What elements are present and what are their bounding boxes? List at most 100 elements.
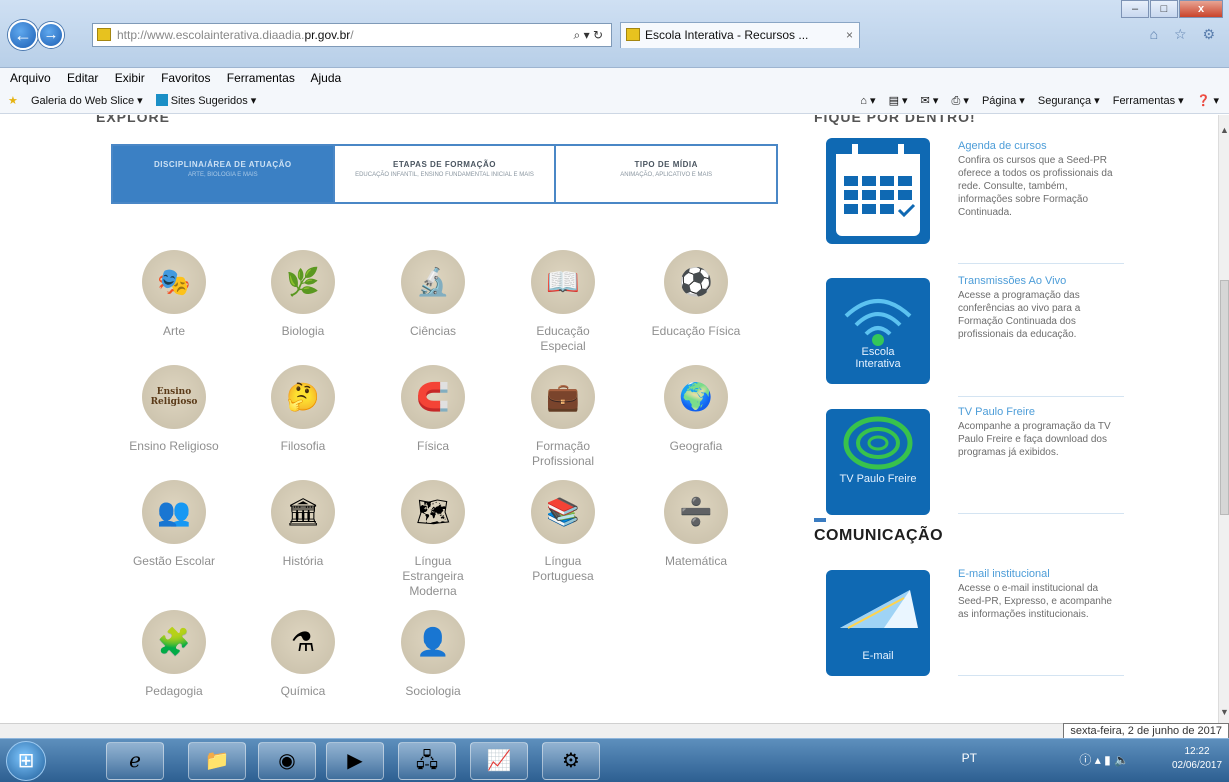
subject-label: Química [280, 684, 326, 698]
language-indicator[interactable]: PT [962, 751, 977, 765]
fisica-icon: 🧲 [401, 365, 465, 429]
agenda-title[interactable]: Agenda de cursos [958, 140, 1124, 152]
subject-pedagogia[interactable]: 🧩 Pedagogia [119, 610, 229, 699]
start-button[interactable]: ⊞ [6, 741, 46, 781]
subject-label: Geografia [669, 439, 723, 453]
subject-educacao-especial[interactable]: 📖 Educação Especial [508, 250, 618, 354]
scroll-up-icon[interactable]: ▲ [1220, 125, 1229, 135]
menu-ajuda[interactable]: Ajuda [311, 71, 342, 85]
tab-stages-sub: EDUCAÇÃO INFANTIL, ENSINO FUNDAMENTAL IN… [355, 172, 534, 178]
subject-lingua-portuguesa[interactable]: 📚 Língua Portuguesa [508, 480, 618, 584]
close-window-button[interactable]: x [1179, 0, 1223, 18]
subject-geografia[interactable]: 🌍 Geografia [641, 365, 751, 454]
address-controls[interactable]: ⌕ ▾ ↻ [574, 24, 603, 46]
back-button[interactable]: ← [8, 20, 38, 50]
scroll-thumb[interactable] [1220, 280, 1229, 515]
subject-educacao-fisica[interactable]: ⚽ Educação Física [636, 250, 756, 339]
subject-matematica[interactable]: ➗ Matemática [641, 480, 751, 569]
home-favorites-settings-icons[interactable]: ⌂ ☆ ⚙ [1150, 26, 1221, 43]
help-menu[interactable]: ❓ ▾ [1197, 95, 1219, 107]
taskbar-chrome[interactable]: ◉ [258, 742, 316, 780]
taskbar-app-chart[interactable]: 📈 [470, 742, 528, 780]
taskbar-ie[interactable]: ℯ [106, 742, 164, 780]
forward-button[interactable]: → [38, 22, 64, 48]
suggested-sites-icon [155, 94, 168, 106]
subject-gestao-escolar[interactable]: 👥 Gestão Escolar [114, 480, 234, 569]
vertical-scrollbar[interactable]: ▲ ▼ [1218, 115, 1229, 723]
subject-filosofia[interactable]: 🤔 Filosofia [248, 365, 358, 454]
home-command[interactable]: ⌂ ▾ [860, 95, 875, 107]
subject-label: Educação Especial [536, 324, 590, 353]
email-logo-icon [840, 590, 918, 629]
feeds-command[interactable]: ▤ ▾ [889, 95, 908, 107]
safety-menu[interactable]: Segurança ▾ [1038, 95, 1100, 107]
communication-heading: COMUNICAÇÃO [814, 527, 944, 544]
tab-discipline[interactable]: DISCIPLINA/ÁREA DE ATUAÇÃO ARTE, BIOLOGI… [113, 146, 335, 202]
subject-label: Língua Portuguesa [532, 554, 594, 583]
tv-text: TV Paulo Freire Acompanhe a programação … [958, 406, 1124, 459]
subject-lingua-estrangeira[interactable]: 🗺 Língua Estrangeira Moderna [378, 480, 488, 599]
subject-label: Educação Física [651, 324, 741, 338]
course-calendar-card[interactable] [826, 138, 930, 244]
menu-exibir[interactable]: Exibir [115, 71, 145, 85]
pedagogia-icon: 🧩 [142, 610, 206, 674]
mail-command[interactable]: ✉ ▾ [921, 95, 939, 107]
menu-arquivo[interactable]: Arquivo [10, 71, 51, 85]
minimize-button[interactable]: – [1121, 0, 1149, 18]
taskbar-app-settings[interactable]: ⚙ [542, 742, 600, 780]
email-title[interactable]: E-mail institucional [958, 568, 1124, 580]
lingua-portuguesa-icon: 📚 [531, 480, 595, 544]
quimica-icon: ⚗ [271, 610, 335, 674]
tab-discipline-title: DISCIPLINA/ÁREA DE ATUAÇÃO [154, 160, 292, 169]
tools-menu[interactable]: Ferramentas ▾ [1113, 95, 1184, 107]
tab-media-sub: ANIMAÇÃO, APLICATIVO E MAIS [620, 172, 713, 178]
tab-close-icon[interactable]: × [846, 23, 853, 47]
matematica-icon: ➗ [664, 480, 728, 544]
clock-date: 02/06/2017 [1171, 760, 1223, 771]
window-controls: – □ x [1120, 0, 1223, 18]
address-bar[interactable]: http://www.escolainterativa.diaadia.pr.g… [92, 23, 612, 47]
filter-tabs: DISCIPLINA/ÁREA DE ATUAÇÃO ARTE, BIOLOGI… [111, 144, 778, 204]
subject-arte[interactable]: 🎭 Arte [119, 250, 229, 339]
print-command[interactable]: ⎙ ▾ [952, 95, 969, 107]
web-slice-gallery[interactable]: Galeria do Web Slice ▾ [31, 95, 143, 107]
live-title[interactable]: Transmissões Ao Vivo [958, 275, 1124, 287]
taskbar-media-player[interactable]: ▶ [326, 742, 384, 780]
subject-formacao-profissional[interactable]: 💼 Formação Profissional [508, 365, 618, 469]
subject-ensino-religioso[interactable]: Ensino Religioso Ensino Religioso [114, 365, 234, 454]
suggested-sites[interactable]: Sites Sugeridos ▾ [155, 94, 267, 107]
tab-media-type[interactable]: TIPO DE MÍDIA ANIMAÇÃO, APLICATIVO E MAI… [556, 146, 776, 202]
subject-historia[interactable]: 🏛 História [248, 480, 358, 569]
email-card[interactable]: E-mail [826, 570, 930, 676]
subject-label: Matemática [664, 554, 728, 568]
subject-biologia[interactable]: 🌿 Biologia [248, 250, 358, 339]
browser-titlebar: – □ x ← → http://www.escolainterativa.di… [0, 0, 1229, 68]
tab-formation-stages[interactable]: ETAPAS DE FORMAÇÃO EDUCAÇÃO INFANTIL, EN… [335, 146, 557, 202]
divider [958, 513, 1124, 514]
menu-ferramentas[interactable]: Ferramentas [227, 71, 295, 85]
menu-favoritos[interactable]: Favoritos [161, 71, 210, 85]
subject-ciencias[interactable]: 🔬 Ciências [378, 250, 488, 339]
tv-description: Acompanhe a programação da TV Paulo Frei… [958, 421, 1111, 458]
taskbar-app-window[interactable]: 🖧 [398, 742, 456, 780]
url-suffix: / [350, 28, 354, 42]
page-menu[interactable]: Página ▾ [982, 95, 1025, 107]
scroll-down-icon[interactable]: ▼ [1220, 707, 1229, 717]
taskbar-explorer[interactable]: 📁 [188, 742, 246, 780]
ensino-religioso-icon: Ensino Religioso [142, 365, 206, 429]
tv-title[interactable]: TV Paulo Freire [958, 406, 1124, 418]
maximize-button[interactable]: □ [1150, 0, 1178, 18]
clock[interactable]: 12:22 02/06/2017 [1171, 745, 1223, 773]
subject-quimica[interactable]: ⚗ Química [248, 610, 358, 699]
subject-sociologia[interactable]: 👤 Sociologia [378, 610, 488, 699]
browser-tab[interactable]: Escola Interativa - Recursos ... × [620, 22, 860, 48]
tv-paulo-freire-card[interactable]: TV Paulo Freire [826, 409, 930, 515]
favorites-star-icon[interactable]: ★ [8, 95, 18, 107]
tab-media-title: TIPO DE MÍDIA [634, 160, 698, 169]
subject-fisica[interactable]: 🧲 Física [378, 365, 488, 454]
live-broadcast-card[interactable]: Escola Interativa [826, 278, 930, 384]
system-tray-icons[interactable]: ⓘ ▴ ▮ 🔈 [1079, 751, 1129, 768]
page-content: EXPLORE FIQUE POR DENTRO! DISCIPLINA/ÁRE… [0, 115, 1218, 723]
menu-editar[interactable]: Editar [67, 71, 98, 85]
subject-label: História [282, 554, 324, 568]
